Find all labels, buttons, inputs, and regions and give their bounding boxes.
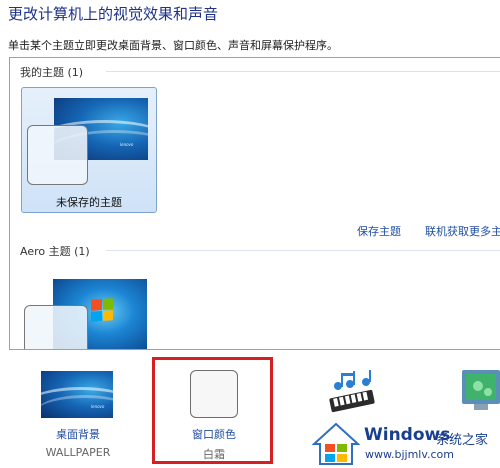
save-theme-link[interactable]: 保存主题 bbox=[357, 223, 401, 239]
watermark-suffix: 系统之家 bbox=[436, 433, 489, 448]
watermark-url: www.bjjmlv.com bbox=[365, 448, 454, 461]
window-color-value: 白霜 bbox=[203, 448, 225, 461]
desktop-background-link[interactable]: 桌面背景 bbox=[50, 426, 106, 442]
site-watermark: Windows 系统之家 www.bjjmlv.com bbox=[312, 420, 500, 468]
page-title: 更改计算机上的视觉效果和声音 bbox=[8, 5, 219, 23]
wallpaper-brand-text: lenovo bbox=[120, 142, 134, 147]
theme-name-label: 未保存的主题 bbox=[56, 196, 122, 209]
theme-list-panel: 我的主题 (1) lenovo 未保存的主题 保存主题 联机获取更多主题 Aer… bbox=[9, 57, 500, 350]
theme-tile-unsaved[interactable]: lenovo 未保存的主题 bbox=[21, 87, 157, 213]
sounds-icon[interactable] bbox=[326, 370, 380, 414]
page-subtitle: 单击某个主题立即更改桌面背景、窗口颜色、声音和屏幕保护程序。 bbox=[8, 39, 338, 52]
screensaver-icon[interactable] bbox=[456, 366, 500, 414]
house-logo-icon bbox=[312, 422, 360, 465]
group-divider bbox=[106, 71, 500, 72]
aero-themes-header: Aero 主题 (1) bbox=[20, 245, 90, 258]
group-divider bbox=[106, 250, 500, 251]
window-color-swatch[interactable] bbox=[190, 370, 238, 418]
my-themes-header: 我的主题 (1) bbox=[20, 66, 84, 79]
window-glass-preview bbox=[27, 125, 88, 185]
window-glass-preview bbox=[24, 305, 88, 349]
windows-logo-icon bbox=[91, 298, 113, 322]
online-themes-link[interactable]: 联机获取更多主题 bbox=[425, 223, 500, 239]
desktop-background-value: WALLPAPER bbox=[45, 446, 111, 459]
desktop-background-icon[interactable]: lenovo bbox=[41, 371, 113, 418]
window-color-link[interactable]: 窗口颜色 bbox=[183, 426, 245, 442]
wallpaper-brand-text: lenovo bbox=[91, 404, 105, 409]
